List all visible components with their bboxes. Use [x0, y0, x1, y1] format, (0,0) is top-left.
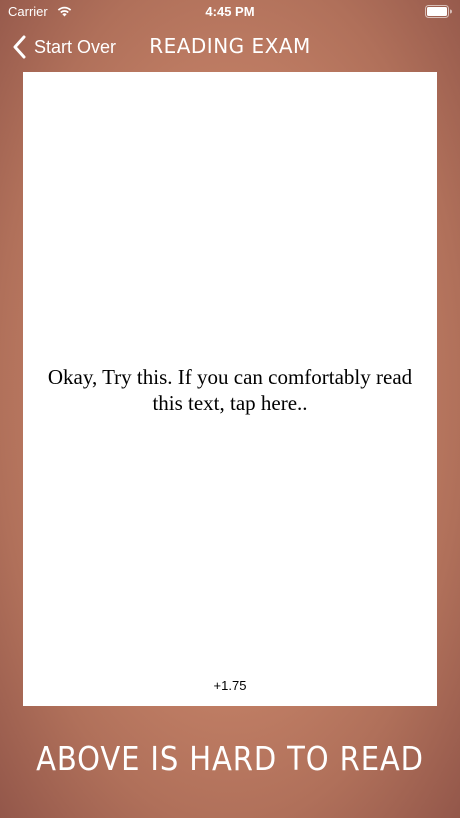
status-time: 4:45 PM: [205, 4, 255, 19]
reading-sample-text[interactable]: Okay, Try this. If you can comfortably r…: [43, 364, 417, 416]
chevron-left-icon: [13, 35, 26, 59]
page-title: READING EXAM: [149, 34, 311, 58]
reading-card[interactable]: Okay, Try this. If you can comfortably r…: [23, 72, 437, 706]
lens-power-label: +1.75: [213, 678, 247, 693]
hard-to-read-button[interactable]: ABOVE IS HARD TO READ: [28, 734, 433, 784]
start-over-label: Start Over: [34, 36, 117, 57]
battery-icon: [425, 5, 452, 18]
start-over-button[interactable]: Start Over: [12, 33, 116, 61]
status-bar: Carrier 4:45 PM: [0, 0, 460, 24]
